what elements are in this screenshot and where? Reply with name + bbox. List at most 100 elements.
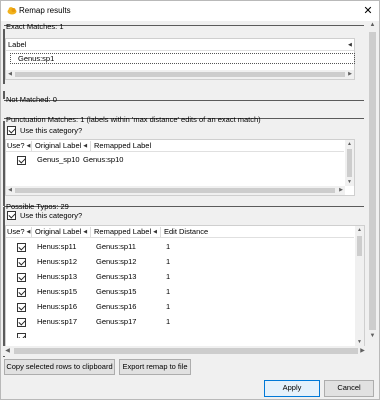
not-matched-title: Not Matched: 0: [6, 95, 57, 104]
vertical-scrollbar[interactable]: ▲ ▼: [355, 226, 364, 346]
label-cell: Genus:sp1: [18, 54, 55, 63]
original-label-cell: Henus:sp12: [37, 257, 78, 266]
horizontal-scrollbar[interactable]: ◀ ▶: [6, 186, 345, 195]
column-header-use[interactable]: Use? ◀: [7, 140, 30, 152]
column-header-edit-distance[interactable]: Edit Distance: [164, 226, 208, 238]
scroll-left-icon[interactable]: ◀: [3, 346, 12, 356]
checkbox-label: Use this category?: [20, 126, 83, 135]
sort-arrow-icon: ◀: [26, 143, 31, 149]
sort-arrow-icon[interactable]: ◀: [346, 39, 352, 51]
remapped-label-cell: Genus:sp12: [96, 257, 137, 266]
column-separator[interactable]: [31, 141, 32, 151]
column-header-text: Original Label: [35, 141, 82, 150]
column-header-text: Use?: [7, 227, 25, 236]
scroll-down-icon[interactable]: ▼: [345, 178, 354, 186]
possible-typos-grid[interactable]: Use? ◀ Original Label ◀ Remapped Label ◀ Ed…: [5, 225, 365, 347]
column-header-text: Remapped Label: [94, 227, 152, 236]
sort-arrow-icon: ◀: [153, 229, 157, 235]
original-label-cell: Henus:sp15: [37, 287, 78, 296]
sort-arrow-icon: ◀: [26, 229, 31, 235]
original-label-cell: Henus:sp11: [37, 242, 77, 251]
punctuation-matches-grid[interactable]: Use? ◀ Original Label ◀ Remapped Label Gen…: [5, 139, 355, 196]
scroll-right-icon[interactable]: ▶: [358, 346, 367, 356]
dialog-vertical-scrollbar[interactable]: ▲ ▼: [367, 21, 378, 341]
row-use-checkbox[interactable]: [17, 288, 26, 297]
grid-header: Label ◀: [6, 39, 354, 51]
dialog-horizontal-scrollbar[interactable]: ◀ ▶: [3, 346, 367, 356]
original-label-cell: Henus:sp16: [37, 302, 78, 311]
button-label: Apply: [282, 383, 302, 392]
scroll-up-icon[interactable]: ▲: [367, 21, 378, 30]
copy-rows-button[interactable]: Copy selected rows to clipboard: [4, 359, 115, 375]
column-separator[interactable]: [31, 227, 32, 237]
table-row[interactable]: Genus_sp10 Genus:sp10: [6, 153, 344, 167]
table-row[interactable]: Henus:sp12 Genus:sp12 1: [6, 255, 354, 269]
export-remap-button[interactable]: Export remap to file: [119, 359, 191, 375]
edit-distance-cell: 1: [166, 317, 171, 326]
scroll-thumb[interactable]: [369, 32, 376, 330]
edit-distance-cell: 1: [166, 287, 171, 296]
section-divider: [4, 100, 364, 101]
remapped-label-cell: Genus:sp17: [96, 317, 137, 326]
exact-matches-title: Exact Matches: 1: [6, 22, 64, 31]
row-use-checkbox[interactable]: [17, 303, 26, 312]
column-header-original-label[interactable]: Original Label ◀: [35, 140, 87, 152]
table-row-partial[interactable]: [6, 330, 354, 338]
scroll-right-icon[interactable]: ▶: [337, 186, 345, 195]
window-title: Remap results: [19, 6, 71, 15]
table-row[interactable]: Genus:sp1: [6, 52, 354, 66]
scroll-thumb[interactable]: [15, 188, 335, 193]
title-bar: Remap results ✕: [1, 1, 379, 21]
horizontal-scrollbar[interactable]: ◀ ▶: [6, 70, 354, 79]
close-button[interactable]: ✕: [361, 4, 375, 18]
scroll-thumb[interactable]: [347, 149, 352, 177]
edit-distance-cell: 1: [166, 257, 171, 266]
section-rail: [3, 91, 5, 99]
column-separator[interactable]: [160, 227, 161, 237]
grid-header: Use? ◀ Original Label ◀ Remapped Label: [6, 140, 344, 152]
remapped-label-cell: Genus:sp10: [83, 155, 124, 164]
row-use-checkbox[interactable]: [17, 156, 26, 165]
table-row[interactable]: Henus:sp13 Genus:sp13 1: [6, 270, 354, 284]
row-use-checkbox[interactable]: [17, 318, 26, 327]
row-use-checkbox[interactable]: [17, 258, 26, 267]
remapped-label-cell: Genus:sp11: [96, 242, 136, 251]
exact-matches-grid[interactable]: Label ◀ Genus:sp1 ◀ ▶: [5, 38, 355, 80]
vertical-scrollbar[interactable]: ▲ ▼: [345, 140, 354, 186]
column-header-remapped-label[interactable]: Remapped Label: [94, 140, 151, 152]
checkbox[interactable]: [7, 211, 16, 220]
column-header-label[interactable]: Label: [8, 39, 26, 51]
column-header-text: Label: [8, 40, 27, 49]
row-use-checkbox[interactable]: [17, 333, 26, 338]
column-header-text: Original Label: [35, 227, 82, 236]
scroll-right-icon[interactable]: ▶: [346, 70, 354, 79]
button-label: Copy selected rows to clipboard: [6, 362, 113, 371]
column-separator[interactable]: [90, 227, 91, 237]
scroll-thumb[interactable]: [357, 236, 362, 256]
scroll-down-icon[interactable]: ▼: [355, 338, 364, 346]
column-header-remapped-label[interactable]: Remapped Label ◀: [94, 226, 157, 238]
scroll-down-icon[interactable]: ▼: [367, 332, 378, 341]
table-row[interactable]: Henus:sp11 Genus:sp11 1: [6, 240, 354, 254]
cancel-button[interactable]: Cancel: [324, 380, 374, 397]
remapped-label-cell: Genus:sp13: [96, 272, 137, 281]
table-row[interactable]: Henus:sp17 Genus:sp17 1: [6, 315, 354, 329]
table-row[interactable]: Henus:sp15 Genus:sp15 1: [6, 285, 354, 299]
scroll-up-icon[interactable]: ▲: [345, 140, 354, 148]
original-label-cell: Henus:sp17: [37, 317, 78, 326]
apply-button[interactable]: Apply: [264, 380, 320, 397]
scroll-thumb[interactable]: [15, 72, 345, 77]
row-use-checkbox[interactable]: [17, 243, 26, 252]
scroll-thumb[interactable]: [14, 348, 358, 354]
edit-distance-cell: 1: [166, 302, 171, 311]
row-use-checkbox[interactable]: [17, 273, 26, 282]
column-header-original-label[interactable]: Original Label ◀: [35, 226, 87, 238]
table-row[interactable]: Henus:sp16 Genus:sp16 1: [6, 300, 354, 314]
checkbox[interactable]: [7, 126, 16, 135]
scroll-up-icon[interactable]: ▲: [355, 226, 364, 234]
column-header-use[interactable]: Use? ◀: [7, 226, 30, 238]
scroll-left-icon[interactable]: ◀: [6, 70, 14, 79]
scroll-left-icon[interactable]: ◀: [6, 186, 14, 195]
column-separator[interactable]: [90, 141, 91, 151]
remapped-label-cell: Genus:sp16: [96, 302, 137, 311]
